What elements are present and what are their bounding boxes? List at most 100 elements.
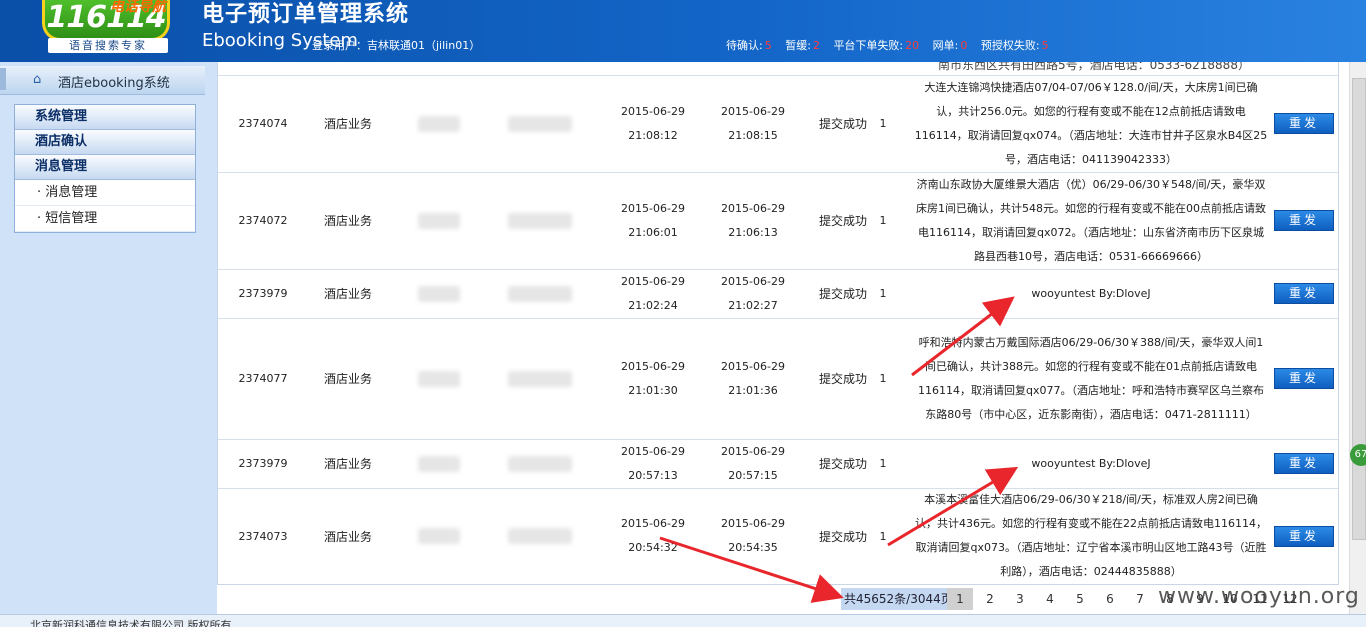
counter-value[interactable]: 20 (905, 39, 919, 52)
gutter (205, 62, 217, 614)
partial-message: 南市东西区共有田西路5号，酒店电话：0533-6218888） (938, 62, 1250, 72)
counter-label[interactable]: 平台下单失败: (833, 39, 903, 52)
resend-cell: 重发 (1274, 318, 1334, 439)
scrollbar-thumb[interactable] (1352, 78, 1366, 540)
resend-button[interactable]: 重发 (1274, 210, 1334, 231)
counter-label[interactable]: 待确认: (726, 39, 763, 52)
resend-button[interactable]: 重发 (1274, 368, 1334, 389)
send-count: 1 (879, 457, 887, 470)
create-date: 2015-06-29 (621, 444, 685, 458)
page-link[interactable]: 4 (1037, 588, 1063, 610)
counter-value[interactable]: 5 (1042, 39, 1049, 52)
redacted-field (508, 455, 572, 472)
create-time: 2015-06-29 21:08:12 (598, 75, 708, 172)
business-type: 酒店业务 (323, 372, 372, 386)
create-clock: 21:02:24 (628, 298, 678, 312)
floating-badge[interactable]: 67 (1350, 444, 1366, 466)
create-time: 2015-06-29 21:06:01 (598, 172, 708, 269)
table-row: 2373979 酒店业务 2015-06-29 21:02:24 2015-06-29 2… (218, 269, 1338, 319)
resend-cell: 重发 (1274, 269, 1334, 318)
logo-tag: 电话导航 (110, 0, 166, 15)
page-link[interactable]: 1 (947, 588, 973, 610)
page-link[interactable]: 2 (977, 588, 1003, 610)
create-time: 2015-06-29 20:54:32 (598, 488, 708, 584)
send-count: 1 (879, 529, 887, 543)
create-date: 2015-06-29 (621, 359, 685, 373)
page-link[interactable]: 3 (1007, 588, 1033, 610)
redacted-field (418, 212, 460, 229)
create-date: 2015-06-29 (621, 517, 685, 530)
redacted-field (418, 455, 460, 472)
resend-button[interactable]: 重发 (1274, 453, 1334, 474)
message-table: 南市东西区共有田西路5号，酒店电话：0533-6218888） 2374074 酒… (217, 62, 1339, 585)
page-link[interactable]: 5 (1067, 588, 1093, 610)
order-id: 2373979 (238, 287, 288, 300)
counter-value[interactable]: 0 (960, 39, 967, 52)
system-title: 电子预订单管理系统 (202, 2, 410, 27)
create-date: 2015-06-29 (621, 274, 685, 288)
resend-cell: 重发 (1274, 75, 1334, 172)
redacted-field (508, 370, 572, 387)
resend-button[interactable]: 重发 (1274, 113, 1334, 134)
business-type: 酒店业务 (323, 457, 372, 471)
counter-value[interactable]: 5 (765, 39, 772, 52)
logo-slogan: 语音搜索专家 (48, 38, 168, 53)
redacted-field (508, 528, 572, 544)
redacted-field (418, 528, 460, 544)
order-id: 2374073 (238, 529, 288, 543)
footer: 北京新润科通信息技术有限公司 版权所有 (0, 614, 1366, 627)
resend-cell: 重发 (1274, 439, 1334, 488)
home-icon: ⌂ (33, 72, 42, 87)
login-user: 登录用户：吉林联通01（jilin01） (312, 39, 481, 52)
brand-logo: 116114 电话导航 语音搜索专家 (38, 0, 170, 54)
table-row: 2374074 酒店业务 2015-06-29 21:08:12 2015-06-29 2… (218, 75, 1338, 173)
create-clock: 21:08:12 (628, 128, 678, 142)
counter-value[interactable]: 2 (813, 39, 820, 52)
sms-content: 济南山东政协大厦维景大酒店（优）06/29-06/30￥548/间/天，豪华双床… (916, 177, 1266, 263)
send-clock: 21:08:15 (728, 128, 778, 142)
vertical-scrollbar[interactable] (1349, 62, 1366, 614)
counter-label[interactable]: 暂缓: (785, 39, 811, 52)
send-clock: 21:02:27 (728, 298, 778, 312)
create-time: 2015-06-29 21:01:30 (598, 318, 708, 439)
table-row-partial: 南市东西区共有田西路5号，酒店电话：0533-6218888） (218, 62, 1338, 76)
order-id: 2374074 (238, 117, 288, 130)
sms-content: 大连大连锦鸿快捷酒店07/04-07/06￥128.0/间/天，大床房1间已确认… (914, 80, 1268, 166)
send-clock: 21:01:36 (728, 383, 778, 397)
sms-content: wooyuntest By:DloveJ (1031, 456, 1151, 470)
counter-label[interactable]: 网单: (933, 39, 959, 52)
send-date: 2015-06-29 (721, 104, 785, 118)
send-date: 2015-06-29 (721, 444, 785, 458)
menu-item-message-manage[interactable]: · 消息管理 (15, 180, 195, 206)
create-time: 2015-06-29 21:02:24 (598, 269, 708, 318)
sidebar-header[interactable]: ⌂ 酒店ebooking系统 (0, 66, 205, 95)
pagination-total: 共45652条/3044页 (841, 588, 956, 610)
menu-category-hotel-confirm[interactable]: 酒店确认 (15, 130, 195, 155)
sms-content: 本溪本溪富佳大酒店06/29-06/30￥218/间/天，标准双人房2间已确认，… (915, 493, 1267, 578)
table-row: 2374072 酒店业务 2015-06-29 21:06:01 2015-06-29 2… (218, 172, 1338, 270)
table-row: 2374077 酒店业务 2015-06-29 21:01:30 2015-06-29 2… (218, 318, 1338, 440)
menu-category-messages[interactable]: 消息管理 (15, 155, 195, 180)
create-clock: 20:57:13 (628, 468, 678, 482)
sms-content: 呼和浩特内蒙古万戴国际酒店06/29-06/30￥388/间/天，豪华双人间1间… (918, 335, 1264, 421)
redacted-field (508, 212, 572, 229)
send-count: 1 (879, 372, 887, 385)
status-counters: 待确认: 5 暂缓: 2 平台下单失败: 20 网单: 0 预授权失败: 5 (716, 37, 1049, 53)
create-date: 2015-06-29 (621, 201, 685, 215)
resend-button[interactable]: 重发 (1274, 283, 1334, 304)
sidebar-title: 酒店ebooking系统 (58, 76, 170, 91)
send-clock: 20:57:15 (728, 468, 778, 482)
create-date: 2015-06-29 (621, 104, 685, 118)
send-date: 2015-06-29 (721, 517, 785, 530)
resend-button[interactable]: 重发 (1274, 525, 1334, 547)
page-link[interactable]: 7 (1127, 588, 1153, 610)
send-count: 1 (879, 287, 887, 300)
collapse-handle[interactable] (0, 68, 6, 90)
sidebar: ⌂ 酒店ebooking系统 系统管理 酒店确认 消息管理 · 消息管理 · 短… (0, 62, 205, 614)
redacted-field (508, 115, 572, 132)
menu-category-system[interactable]: 系统管理 (15, 105, 195, 130)
counter-label[interactable]: 预授权失败: (981, 39, 1040, 52)
menu-item-sms-manage[interactable]: · 短信管理 (15, 206, 195, 232)
create-time: 2015-06-29 20:57:13 (598, 439, 708, 488)
page-link[interactable]: 6 (1097, 588, 1123, 610)
